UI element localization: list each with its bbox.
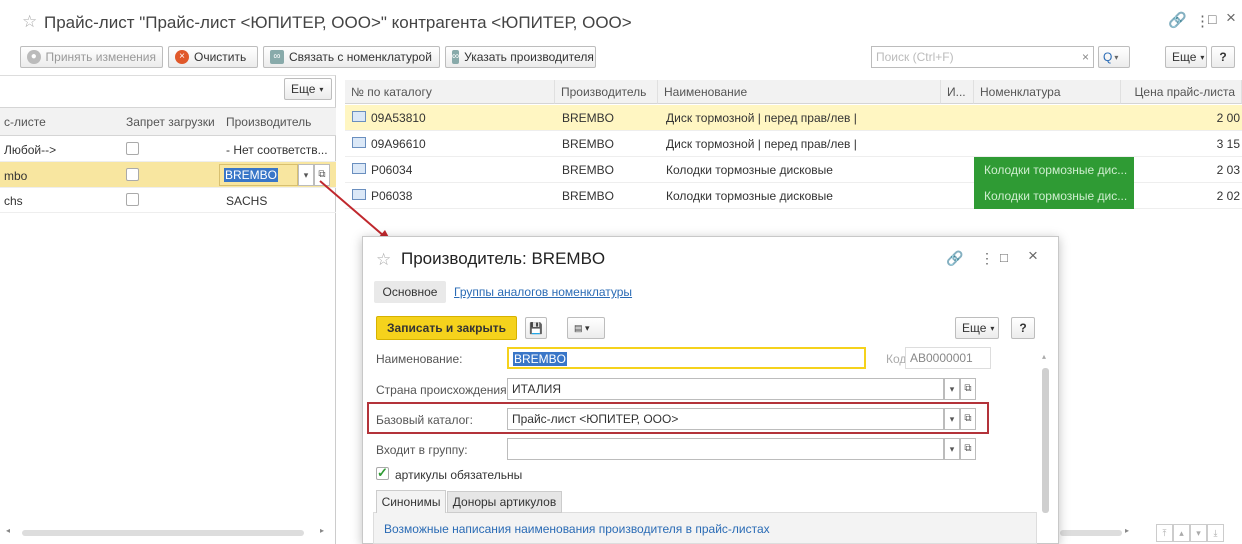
tab-main[interactable]: Основное — [374, 281, 446, 303]
dialog-favorite-star-icon[interactable]: ☆ — [376, 250, 391, 270]
group-open-button[interactable]: ⧉ — [960, 438, 976, 460]
dialog-close-icon[interactable]: × — [1028, 246, 1038, 266]
country-open-button[interactable]: ⧉ — [960, 378, 976, 400]
code-field: АВ0000001 — [905, 347, 991, 369]
catalog-open-button[interactable]: ⧉ — [960, 408, 976, 430]
dialog-title: Производитель: BREMBO — [401, 249, 606, 268]
dialog-more-icon[interactable]: ⋮ — [980, 250, 994, 267]
dialog-more-button[interactable]: Еще ▾ — [955, 317, 999, 339]
articles-label: артикулы обязательны — [395, 468, 523, 482]
catalog-label: Базовый каталог: — [376, 413, 473, 427]
subtab-article-donors[interactable]: Доноры артикулов — [447, 491, 562, 513]
dialog-more-label: Еще — [962, 321, 987, 335]
dialog-help-label: ? — [1019, 321, 1027, 335]
group-label: Входит в группу: — [376, 443, 468, 457]
save-close-button[interactable]: Записать и закрыть — [376, 316, 517, 340]
dialog-help-button[interactable]: ? — [1011, 317, 1035, 339]
tab-analog-groups[interactable]: Группы аналогов номенклатуры — [454, 285, 632, 299]
country-dropdown-button[interactable]: ▾ — [944, 378, 960, 400]
dialog-maximize-icon[interactable]: □ — [1000, 250, 1008, 265]
dialog-scroll-up-icon[interactable]: ▴ — [1042, 352, 1046, 361]
articles-checkbox[interactable]: ✓ — [376, 466, 389, 480]
name-field[interactable]: BREMBO — [507, 347, 866, 369]
country-label: Страна происхождения: — [376, 383, 510, 397]
name-label: Наименование: — [376, 352, 463, 366]
catalog-dropdown-button[interactable]: ▾ — [944, 408, 960, 430]
dialog-link-icon[interactable]: 🔗 — [946, 250, 963, 267]
group-dropdown-button[interactable]: ▾ — [944, 438, 960, 460]
country-field[interactable]: ИТАЛИЯ — [507, 378, 944, 400]
dialog-scrollbar[interactable] — [1042, 368, 1049, 513]
subtab-synonyms[interactable]: Синонимы — [376, 490, 446, 513]
catalog-field[interactable]: Прайс-лист <ЮПИТЕР, ООО> — [507, 408, 944, 430]
name-value: BREMBO — [513, 352, 568, 366]
synonyms-text: Возможные написания наименования произво… — [384, 522, 770, 536]
report-button[interactable]: ▤ ▾ — [567, 317, 605, 339]
group-field[interactable] — [507, 438, 944, 460]
save-button[interactable]: 💾 — [525, 317, 547, 339]
